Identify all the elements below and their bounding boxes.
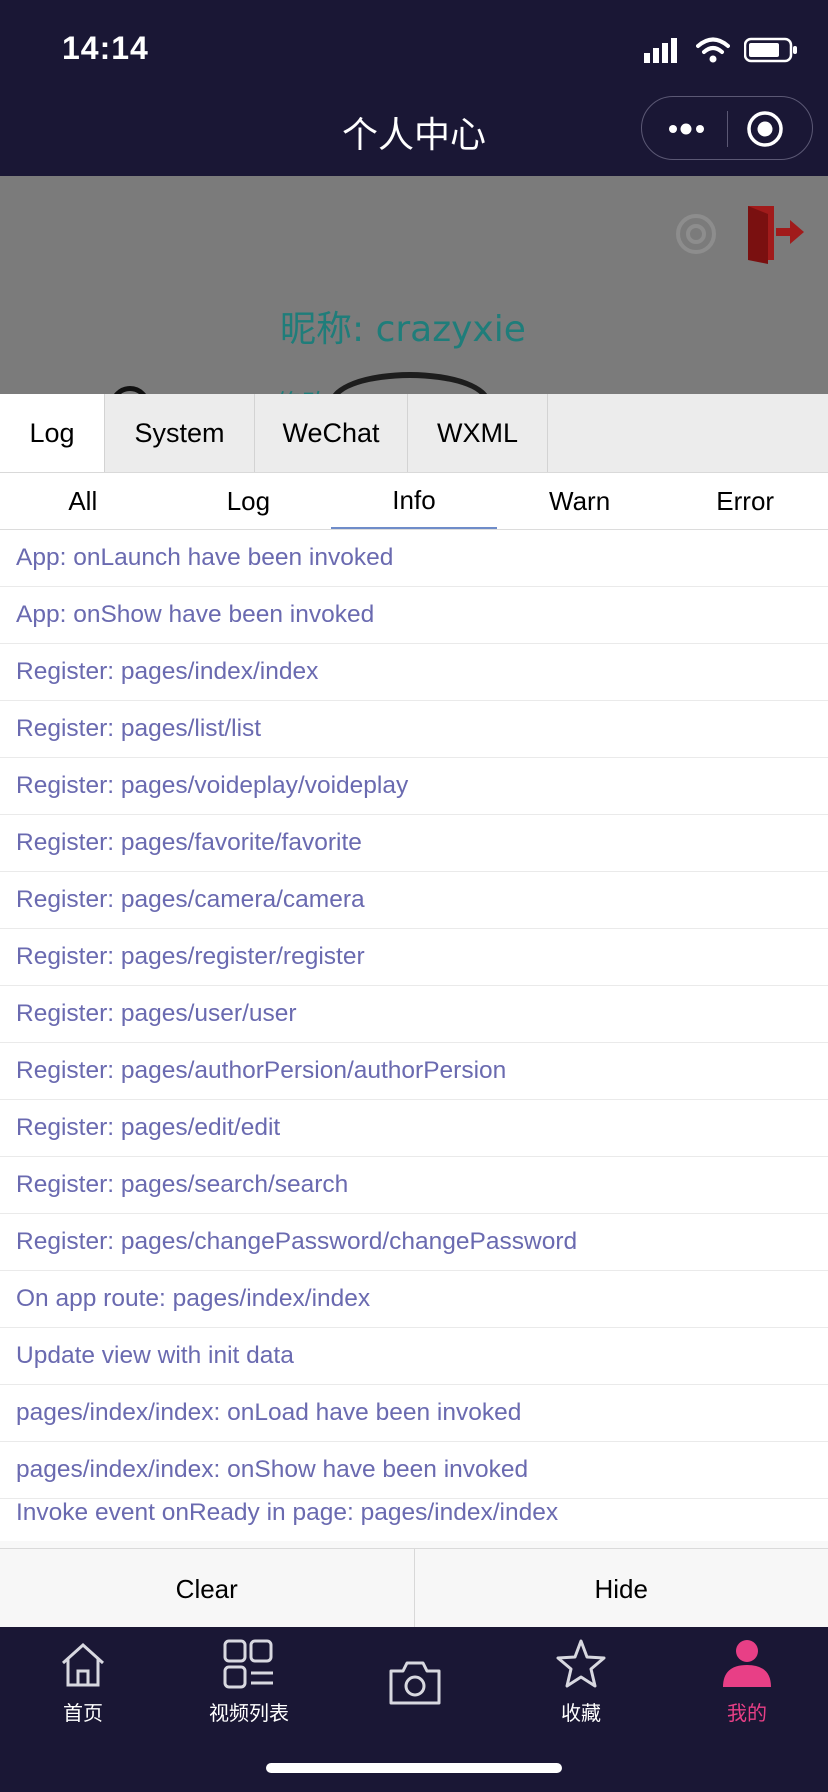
log-row: Register: pages/edit/edit bbox=[0, 1100, 828, 1157]
tab-label: 视频列表 bbox=[209, 1701, 289, 1725]
filter-warn[interactable]: Warn bbox=[497, 473, 663, 529]
log-row: Register: pages/favorite/favorite bbox=[0, 815, 828, 872]
home-indicator[interactable] bbox=[266, 1763, 562, 1773]
log-filter-tabs: All Log Info Warn Error bbox=[0, 473, 828, 530]
log-row: App: onShow have been invoked bbox=[0, 587, 828, 644]
debug-console-panel: Log System WeChat WXML All Log Info Warn… bbox=[0, 394, 828, 1629]
hide-button[interactable]: Hide bbox=[415, 1549, 828, 1629]
log-list[interactable]: App: onLaunch have been invoked App: onS… bbox=[0, 530, 828, 1541]
log-row: Register: pages/changePassword/changePas… bbox=[0, 1214, 828, 1271]
log-row: Register: pages/register/register bbox=[0, 929, 828, 986]
profile-background: 昵称: crazyxie 修改 bbox=[0, 176, 828, 394]
settings-gear-icon[interactable] bbox=[672, 210, 720, 258]
log-row: Register: pages/list/list bbox=[0, 701, 828, 758]
log-row: Register: pages/camera/camera bbox=[0, 872, 828, 929]
tab-home[interactable]: 首页 bbox=[0, 1637, 166, 1737]
tab-favorites[interactable]: 收藏 bbox=[498, 1637, 664, 1737]
cellular-signal-icon bbox=[644, 38, 677, 63]
video-list-icon bbox=[223, 1639, 273, 1689]
tab-label: 首页 bbox=[63, 1701, 103, 1725]
tab-label: 收藏 bbox=[561, 1701, 601, 1725]
capsule-divider bbox=[727, 111, 728, 147]
tab-label: 我的 bbox=[727, 1701, 767, 1725]
log-row: Register: pages/search/search bbox=[0, 1157, 828, 1214]
partial-text: 修改 bbox=[276, 384, 328, 394]
home-icon bbox=[61, 1642, 105, 1687]
mini-program-capsule bbox=[641, 96, 813, 160]
tab-wechat[interactable]: WeChat bbox=[255, 394, 408, 472]
tab-video-list[interactable]: 视频列表 bbox=[166, 1637, 332, 1737]
filter-log[interactable]: Log bbox=[166, 473, 332, 529]
status-time: 14:14 bbox=[62, 30, 149, 66]
user-icon bbox=[723, 1640, 771, 1687]
more-options-icon[interactable] bbox=[664, 111, 714, 147]
log-row: On app route: pages/index/index bbox=[0, 1271, 828, 1328]
log-row: Register: pages/user/user bbox=[0, 986, 828, 1043]
console-actions: Clear Hide bbox=[0, 1548, 828, 1629]
camera-icon bbox=[389, 1661, 441, 1705]
log-row: pages/index/index: onLoad have been invo… bbox=[0, 1385, 828, 1442]
tab-camera[interactable] bbox=[332, 1637, 498, 1737]
nickname-label: 昵称: crazyxie bbox=[280, 309, 526, 350]
log-row: pages/index/index: onShow have been invo… bbox=[0, 1442, 828, 1499]
filter-info[interactable]: Info bbox=[331, 473, 497, 529]
avatar-edge bbox=[110, 386, 150, 394]
tab-mine[interactable]: 我的 bbox=[664, 1637, 828, 1737]
battery-icon bbox=[744, 37, 797, 63]
filter-error[interactable]: Error bbox=[662, 473, 828, 529]
clear-button[interactable]: Clear bbox=[0, 1549, 415, 1629]
log-row: Register: pages/voideplay/voideplay bbox=[0, 758, 828, 815]
logout-icon[interactable] bbox=[744, 202, 806, 264]
close-target-icon[interactable] bbox=[746, 110, 784, 148]
log-row: Invoke event onReady in page: pages/inde… bbox=[16, 1499, 559, 1526]
status-icons bbox=[644, 34, 798, 66]
log-row: Update view with init data bbox=[0, 1328, 828, 1385]
log-row: Register: pages/index/index bbox=[0, 644, 828, 701]
tab-wxml[interactable]: WXML bbox=[408, 394, 548, 472]
wifi-icon bbox=[696, 37, 730, 63]
tab-log[interactable]: Log bbox=[0, 394, 105, 472]
avatar-ring bbox=[330, 372, 490, 394]
log-row: App: onLaunch have been invoked bbox=[0, 530, 828, 587]
console-tabs: Log System WeChat WXML bbox=[0, 394, 828, 473]
filter-all[interactable]: All bbox=[0, 473, 166, 529]
log-row: Register: pages/authorPersion/authorPers… bbox=[0, 1043, 828, 1100]
tab-system[interactable]: System bbox=[105, 394, 255, 472]
top-bar: 14:14 个人中心 bbox=[0, 0, 828, 176]
star-icon bbox=[556, 1639, 606, 1688]
